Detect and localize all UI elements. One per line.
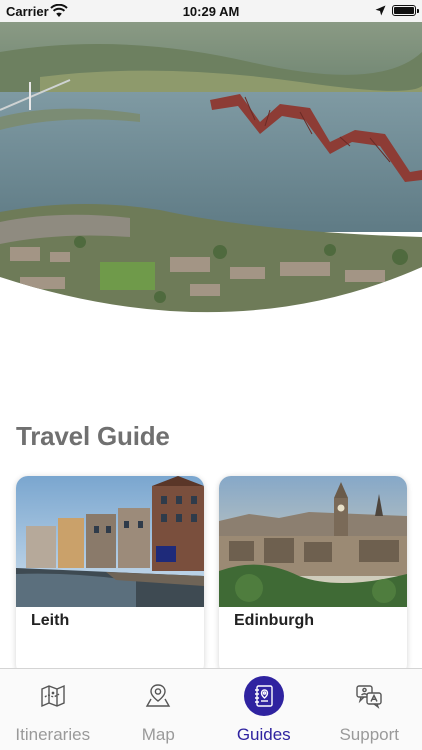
map-pin-icon (138, 676, 178, 716)
guidebook-icon (243, 676, 284, 716)
section-title: Travel Guide (16, 421, 170, 451)
tab-label: Support (339, 725, 400, 744)
tab-label: Map (141, 725, 175, 744)
guide-card-label: Leith (31, 612, 70, 629)
tab-support[interactable]: Support (317, 669, 422, 750)
tab-itineraries[interactable]: Itineraries (0, 669, 106, 750)
edinburgh-image (219, 476, 407, 607)
guide-card-edinburgh[interactable]: Edinburgh (219, 476, 407, 676)
tab-map[interactable]: Map (106, 669, 212, 750)
location-arrow-icon (375, 5, 386, 16)
chat-bubbles-icon (349, 676, 389, 716)
tab-label: Itineraries (15, 725, 91, 744)
guide-card-leith[interactable]: Leith (16, 476, 204, 676)
hero-image (0, 22, 422, 322)
leith-image (16, 476, 204, 607)
clock: 10:29 AM (182, 4, 240, 19)
tab-guides[interactable]: Guides (211, 669, 317, 750)
battery-icon (392, 5, 419, 16)
folded-map-icon (33, 676, 73, 716)
tab-bar: Itineraries Map Guides Support (0, 668, 422, 750)
guide-card-label: Edinburgh (234, 612, 314, 629)
status-bar: Carrier 10:29 AM (0, 0, 422, 22)
tab-label: Guides (236, 725, 291, 744)
